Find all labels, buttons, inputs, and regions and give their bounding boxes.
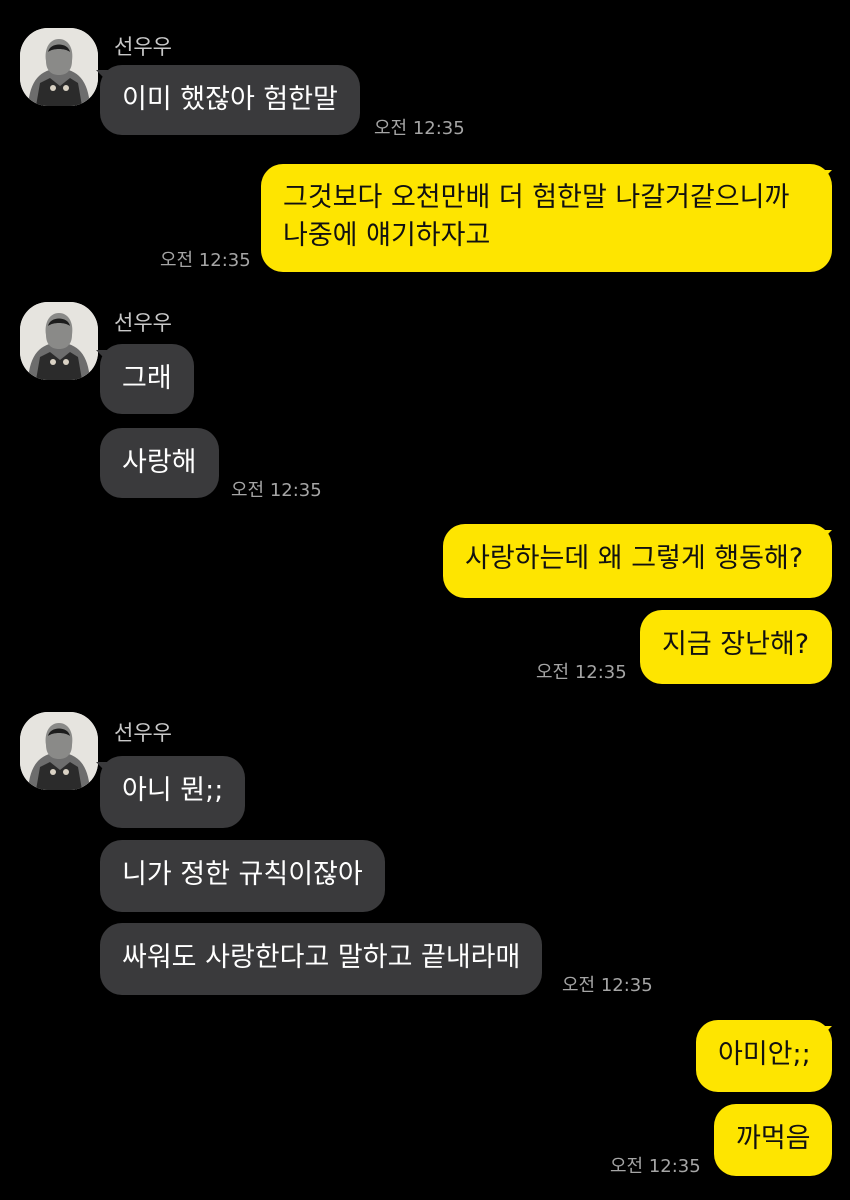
- sender-name: 선우우: [114, 35, 172, 59]
- message-bubble[interactable]: 아니 뭔;;: [100, 756, 246, 828]
- avatar[interactable]: [20, 712, 98, 790]
- message-bubble[interactable]: 이미 했잖아 험한말: [100, 65, 360, 135]
- message-bubble[interactable]: 지금 장난해?: [640, 610, 832, 684]
- message-timestamp: 오전 12:35: [610, 1156, 701, 1177]
- sender-name: 선우우: [114, 721, 172, 745]
- profile-photo-icon: [20, 712, 98, 790]
- profile-photo-icon: [20, 302, 98, 380]
- message-bubble[interactable]: 싸워도 사랑한다고 말하고 끝내라매: [100, 923, 543, 995]
- message-timestamp: 오전 12:35: [160, 250, 251, 271]
- sender-name: 선우우: [114, 311, 172, 335]
- chat-room: 선우우 이미 했잖아 험한말 오전 12:35 그것보다 오천만배 더 험한말 …: [0, 0, 850, 1200]
- avatar[interactable]: [20, 302, 98, 380]
- message-timestamp: 오전 12:35: [536, 662, 627, 683]
- message-timestamp: 오전 12:35: [231, 480, 322, 501]
- message-bubble[interactable]: 니가 정한 규칙이잖아: [100, 840, 385, 912]
- message-timestamp: 오전 12:35: [374, 118, 465, 139]
- message-bubble[interactable]: 그것보다 오천만배 더 험한말 나갈거같으니까 나중에 얘기하자고: [261, 164, 832, 272]
- message-bubble[interactable]: 사랑해: [100, 428, 219, 498]
- message-timestamp: 오전 12:35: [562, 975, 653, 996]
- message-bubble[interactable]: 그래: [100, 344, 194, 414]
- message-bubble[interactable]: 사랑하는데 왜 그렇게 행동해?: [443, 524, 832, 598]
- avatar[interactable]: [20, 28, 98, 106]
- message-bubble[interactable]: 아미안;;: [696, 1020, 832, 1092]
- profile-photo-icon: [20, 28, 98, 106]
- message-bubble[interactable]: 까먹음: [714, 1104, 832, 1176]
